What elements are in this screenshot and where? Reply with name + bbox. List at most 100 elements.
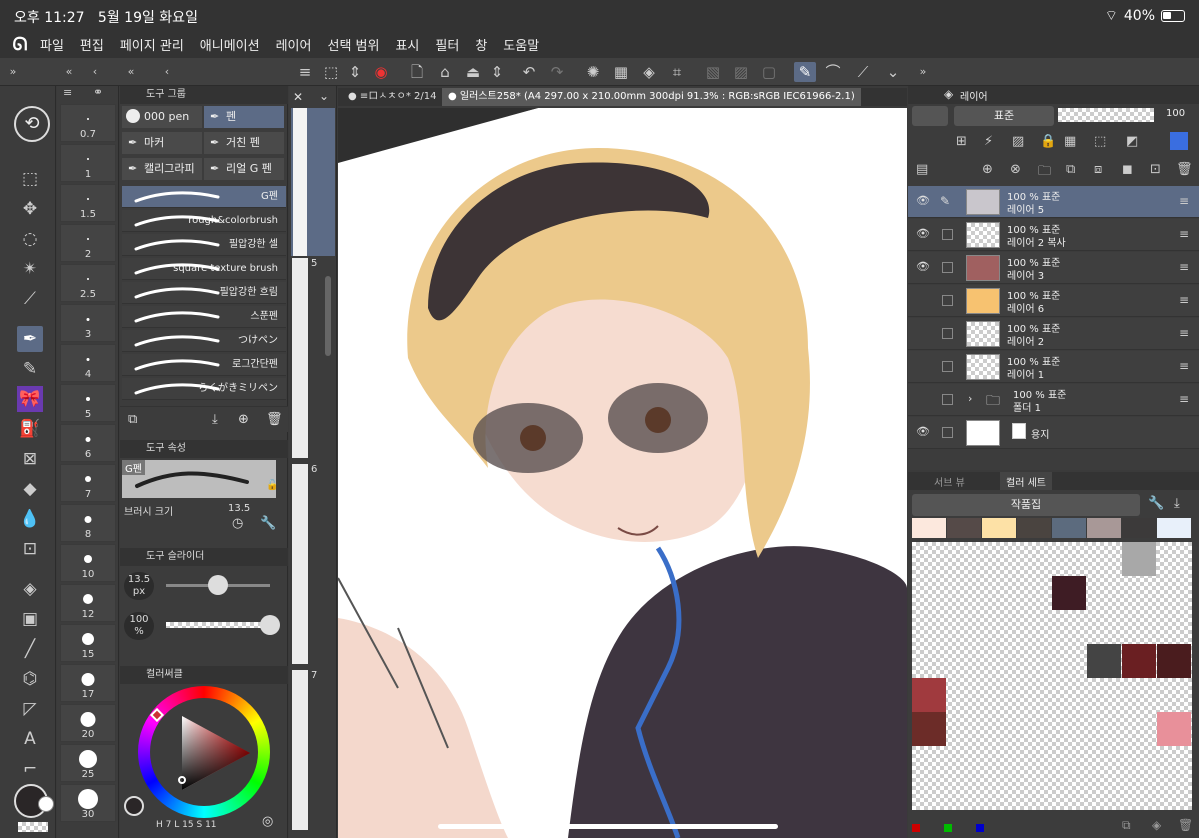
fill-color-icon[interactable]: ◈ bbox=[1152, 818, 1161, 832]
brush-item[interactable]: 필압강한 셀 bbox=[122, 234, 286, 256]
sub-color-swatch[interactable] bbox=[38, 796, 54, 812]
app-logo-icon[interactable]: ᘏ bbox=[0, 34, 40, 55]
layer-list-icon[interactable]: ▤ bbox=[916, 162, 928, 177]
trash-icon[interactable]: 🗑 bbox=[266, 412, 283, 427]
trash-icon[interactable]: 🗑 bbox=[1176, 162, 1193, 177]
frame-icon[interactable]: ⊡ bbox=[17, 536, 43, 562]
chevron-down-icon[interactable]: ⌄ bbox=[882, 62, 904, 82]
lock-icon[interactable]: 🔓 bbox=[266, 480, 278, 491]
brush-size-20[interactable]: 20 bbox=[60, 704, 116, 742]
clip-icon[interactable]: ⊞ bbox=[956, 134, 967, 149]
page-thumb-7[interactable] bbox=[292, 670, 308, 830]
fill-bucket-icon[interactable]: ◈ bbox=[17, 576, 43, 602]
color-swatch[interactable] bbox=[912, 712, 946, 746]
redo-icon[interactable]: ↷ bbox=[546, 62, 568, 82]
layer-checkbox[interactable] bbox=[942, 229, 953, 240]
layer-checkbox[interactable] bbox=[942, 295, 953, 306]
group-calligraphy[interactable]: ✒ 캘리그라피 bbox=[122, 158, 202, 180]
canvas-area[interactable]: ● ≡ロㅅㅊㅇ* 2/14 ● 일러스트258* (A4 297.00 x 21… bbox=[338, 86, 907, 838]
color-set-select[interactable]: 작품집 bbox=[912, 494, 1140, 516]
layer-checkbox[interactable] bbox=[942, 394, 953, 405]
drag-handle-icon[interactable]: ≡ bbox=[1179, 194, 1189, 208]
layer-row[interactable]: 👁 용지 bbox=[908, 417, 1199, 449]
pen-tool-icon[interactable]: ✒ bbox=[17, 326, 43, 352]
move-icon[interactable]: ✥ bbox=[17, 196, 43, 222]
new-folder-icon[interactable]: 🗀 bbox=[1038, 162, 1051, 184]
brush-size-30[interactable]: 30 bbox=[60, 784, 116, 822]
brush-size-1[interactable]: 1 bbox=[60, 144, 116, 182]
copy-color-icon[interactable]: ⧉ bbox=[1122, 818, 1131, 833]
drag-handle-icon[interactable]: ≡ bbox=[1179, 326, 1189, 340]
eye-icon[interactable]: 👁 bbox=[916, 260, 930, 274]
brush-size-8[interactable]: 8 bbox=[60, 504, 116, 542]
page-thumb-5[interactable] bbox=[292, 258, 308, 458]
text-tool-icon[interactable]: A bbox=[17, 726, 43, 752]
object-select-icon[interactable]: ⬚ bbox=[17, 166, 43, 192]
brush-stroke-icon[interactable]: ⌒ bbox=[822, 62, 844, 82]
new-raster-icon[interactable]: ⊕ bbox=[982, 162, 993, 177]
brush-item[interactable]: G펜 bbox=[122, 186, 286, 208]
color-swatch[interactable] bbox=[947, 518, 981, 538]
selection-border-icon[interactable]: ▢ bbox=[758, 62, 780, 82]
lasso-icon[interactable]: ◌ bbox=[17, 226, 43, 252]
menu-window[interactable]: 창 bbox=[475, 35, 487, 54]
quick-access-icon[interactable]: ⟲ bbox=[14, 106, 50, 142]
color-swatch[interactable] bbox=[1157, 712, 1191, 746]
link-icon[interactable]: ⚭ bbox=[93, 86, 103, 99]
eye-icon[interactable]: 👁 bbox=[916, 194, 930, 208]
color-swatch[interactable] bbox=[912, 678, 946, 712]
menu-view[interactable]: 표시 bbox=[395, 35, 419, 54]
menu-help[interactable]: 도움말 bbox=[503, 35, 539, 54]
layer-opacity-value[interactable]: 100 bbox=[1166, 108, 1185, 119]
brush-item[interactable]: 로그간단펜 bbox=[122, 354, 286, 376]
current-color-swatch[interactable] bbox=[124, 796, 144, 816]
mask-icon[interactable]: ⬚ bbox=[1094, 134, 1106, 149]
panel-expand-icon[interactable]: » bbox=[912, 62, 934, 82]
eye-hidden-icon[interactable] bbox=[916, 359, 930, 373]
color-swatch[interactable] bbox=[1087, 644, 1121, 678]
ruler-tool-icon[interactable]: ◸ bbox=[17, 696, 43, 722]
eye-hidden-icon[interactable] bbox=[916, 326, 930, 340]
brush-size-17[interactable]: 17 bbox=[60, 664, 116, 702]
group-000-pen[interactable]: 000 pen bbox=[122, 106, 202, 128]
color-swatch[interactable] bbox=[1052, 518, 1086, 538]
tab-color-set[interactable]: 컬러 세트 bbox=[1000, 472, 1052, 490]
chevron-right-icon[interactable]: › bbox=[968, 392, 972, 405]
brush-size-value[interactable]: 13.5 bbox=[228, 503, 250, 514]
page-scrollbar[interactable] bbox=[325, 276, 331, 356]
color-swatch[interactable] bbox=[1157, 644, 1191, 678]
color-swatch[interactable] bbox=[1017, 518, 1051, 538]
brush-size-25[interactable]: 25 bbox=[60, 744, 116, 782]
group-marker[interactable]: ✒ 마커 bbox=[122, 132, 202, 154]
chevron-left-icon[interactable]: ‹ bbox=[156, 62, 178, 82]
layer-row[interactable]: 100 % 표준 레이어 2 ≡ bbox=[908, 318, 1199, 350]
brush-size-10[interactable]: 10 bbox=[60, 544, 116, 582]
close-icon[interactable]: ✕ bbox=[293, 90, 303, 104]
correct-line-icon[interactable]: ⌐ bbox=[17, 756, 43, 782]
drag-handle-icon[interactable]: ≡ bbox=[1179, 227, 1189, 241]
group-real-gpen[interactable]: ✒ 리얼 G 펜 bbox=[204, 158, 284, 180]
color-swatch[interactable] bbox=[1122, 644, 1156, 678]
chevron-left-icon[interactable]: ‹ bbox=[84, 62, 106, 82]
brush-size-2.5[interactable]: 2.5 bbox=[60, 264, 116, 302]
blend-mode-select[interactable]: 표준 bbox=[954, 106, 1054, 126]
layer-checkbox[interactable] bbox=[942, 361, 953, 372]
brush-size-12[interactable]: 12 bbox=[60, 584, 116, 622]
panel-menu-icon[interactable]: ≡ bbox=[63, 86, 72, 99]
layer-row[interactable]: 👁 100 % 표준 레이어 2 복사 ≡ bbox=[908, 219, 1199, 251]
brush-size-4[interactable]: 4 bbox=[60, 344, 116, 382]
page-thumb-6[interactable] bbox=[292, 464, 308, 664]
tab-layer[interactable]: 레이어 bbox=[960, 88, 988, 103]
color-swatch[interactable] bbox=[1157, 518, 1191, 538]
menu-file[interactable]: 파일 bbox=[40, 35, 64, 54]
brush-size-3[interactable]: 3 bbox=[60, 304, 116, 342]
pattern-icon[interactable]: ⊠ bbox=[17, 446, 43, 472]
ruler-icon[interactable]: ⟋ bbox=[852, 62, 874, 82]
layer-color-icon[interactable] bbox=[1170, 132, 1188, 150]
drag-handle-icon[interactable]: ≡ bbox=[1179, 260, 1189, 274]
menu-selection[interactable]: 선택 범위 bbox=[327, 35, 379, 54]
magic-wand-icon[interactable]: ✴ bbox=[17, 256, 43, 282]
brush-size-15[interactable]: 15 bbox=[60, 624, 116, 662]
opacity-slider-thumb[interactable] bbox=[260, 615, 280, 635]
new-vector-icon[interactable]: ⊗ bbox=[1010, 162, 1021, 177]
